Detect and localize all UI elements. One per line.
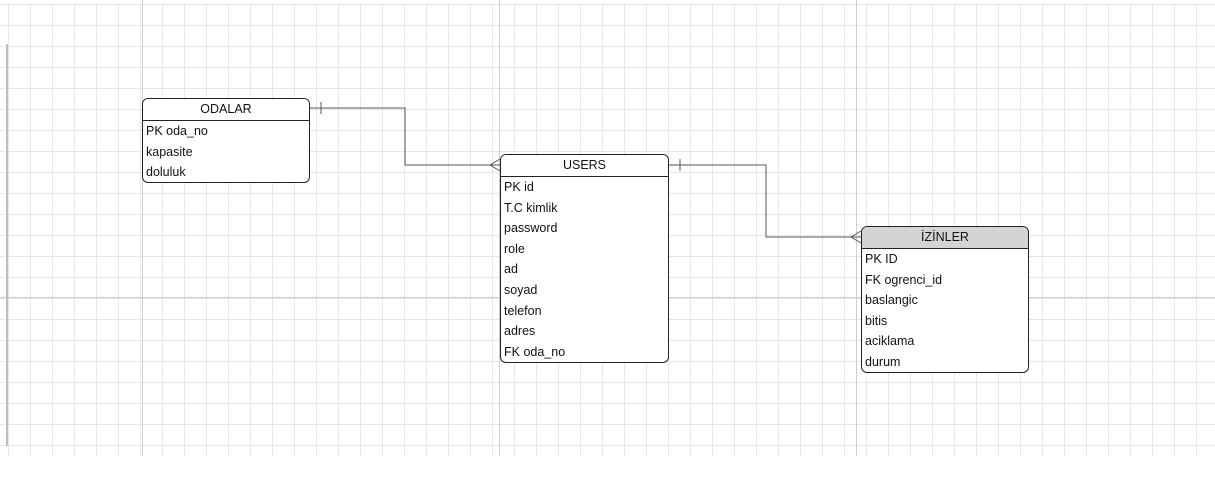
- entity-title: İZİNLER: [862, 227, 1028, 249]
- field-row[interactable]: T.C kimlik: [501, 198, 668, 219]
- field-row[interactable]: PK id: [501, 177, 668, 198]
- entity-odalar[interactable]: ODALAR PK oda_no kapasite doluluk: [142, 98, 310, 183]
- field-row[interactable]: ad: [501, 259, 668, 280]
- entity-title: USERS: [501, 155, 668, 177]
- field-row[interactable]: adres: [501, 321, 668, 342]
- field-row[interactable]: password: [501, 218, 668, 239]
- field-row[interactable]: kapasite: [143, 142, 309, 163]
- field-row[interactable]: telefon: [501, 301, 668, 322]
- relation-odalar-users[interactable]: [310, 102, 501, 172]
- field-row[interactable]: soyad: [501, 280, 668, 301]
- field-row[interactable]: FK ogrenci_id: [862, 270, 1028, 291]
- field-row[interactable]: durum: [862, 352, 1028, 372]
- field-row[interactable]: bitis: [862, 311, 1028, 332]
- field-row[interactable]: PK ID: [862, 249, 1028, 270]
- entity-users[interactable]: USERS PK id T.C kimlik password role ad …: [500, 154, 669, 363]
- entity-izinler[interactable]: İZİNLER PK ID FK ogrenci_id baslangic bi…: [861, 226, 1029, 373]
- field-row[interactable]: baslangic: [862, 290, 1028, 311]
- field-row[interactable]: FK oda_no: [501, 342, 668, 362]
- relation-users-izinler[interactable]: [669, 159, 862, 244]
- field-row[interactable]: doluluk: [143, 162, 309, 182]
- field-row[interactable]: aciklama: [862, 331, 1028, 352]
- field-row[interactable]: role: [501, 239, 668, 260]
- field-row[interactable]: PK oda_no: [143, 121, 309, 142]
- entity-title: ODALAR: [143, 99, 309, 121]
